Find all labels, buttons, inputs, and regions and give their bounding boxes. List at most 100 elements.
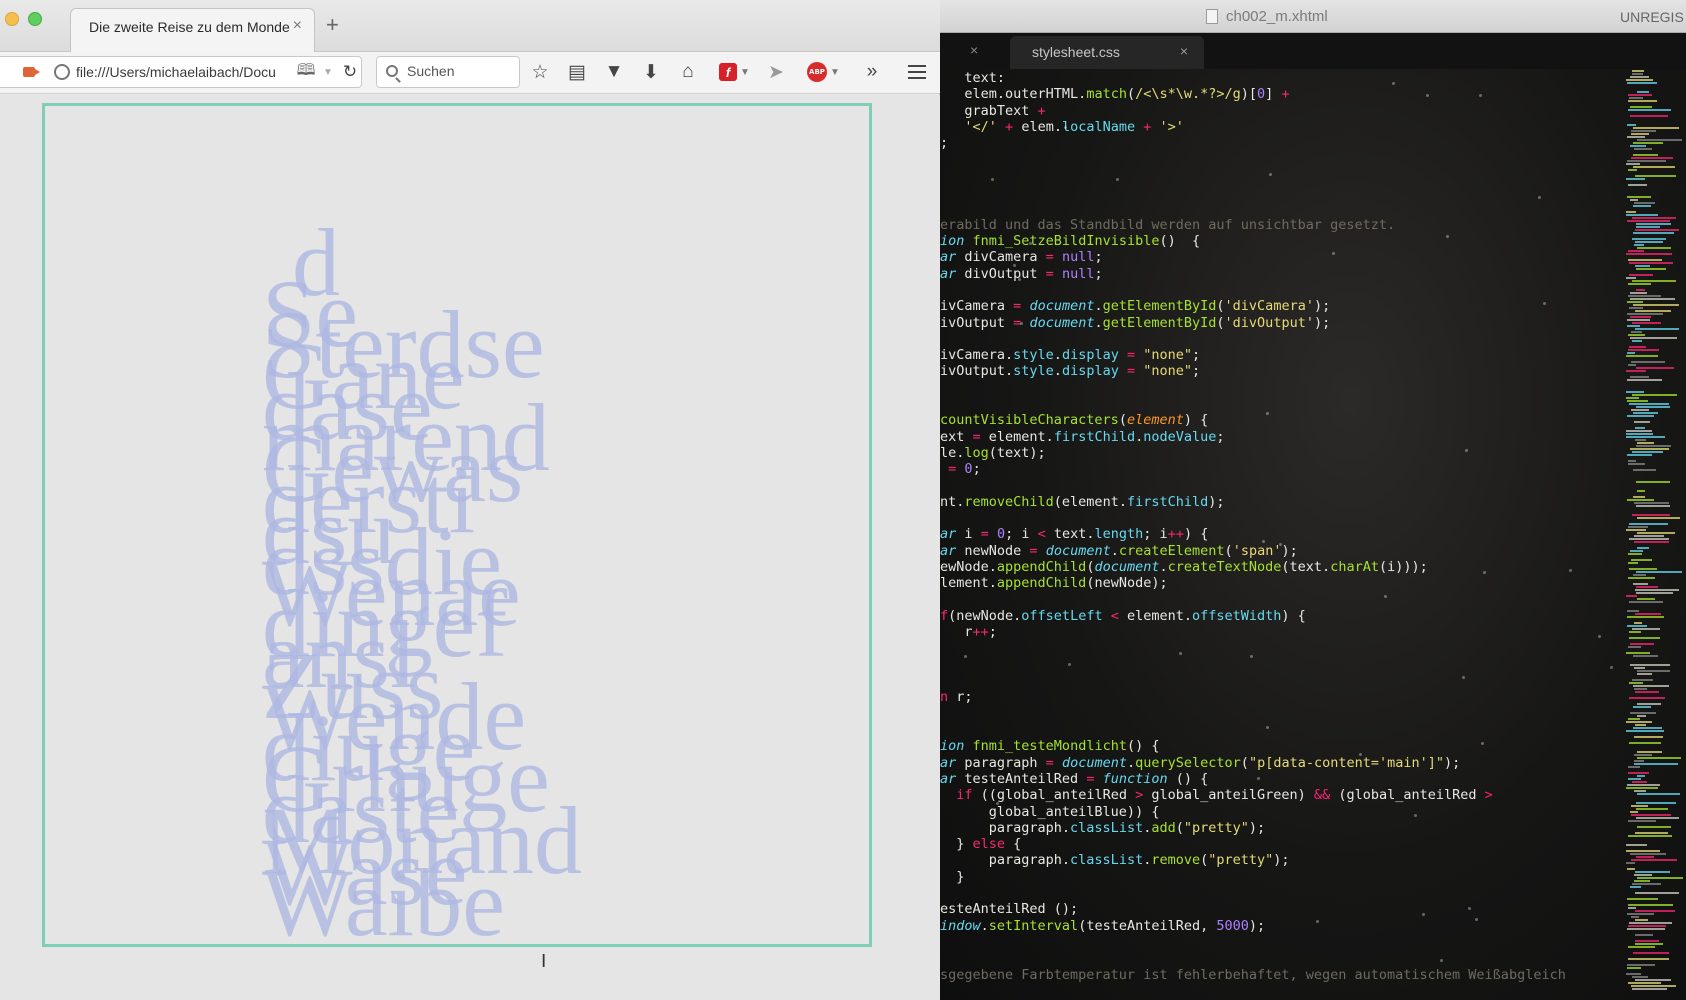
code-token: ar [940, 770, 957, 787]
code-line[interactable]: countVisibleCharacters(element) { [940, 412, 1208, 428]
code-token: . [1110, 542, 1119, 559]
code-line[interactable]: ivCamera = document.getElementById('divC… [940, 298, 1330, 314]
code-token: . [1053, 363, 1062, 380]
code-line[interactable]: ar divCamera = null; [940, 249, 1103, 265]
code-line[interactable]: '</' + elem.localName + '>' [940, 119, 1184, 135]
code-line[interactable]: f(newNode.offsetLeft < element.offsetWid… [940, 608, 1306, 624]
code-line[interactable]: nt.removeChild(element.firstChild); [940, 494, 1225, 510]
adblock-dropdown-icon[interactable]: ▼ [830, 59, 840, 85]
url-text[interactable]: file:///Users/michaelaibach/Docu [76, 64, 288, 80]
code-token: countVisibleCharacters [940, 412, 1119, 429]
url-dropdown-icon[interactable]: ▼ [322, 65, 334, 79]
minimize-window-button[interactable] [5, 12, 19, 26]
code-area[interactable]: text: elem.outerHTML.match(/<\s*\w.*?>/g… [940, 70, 1620, 1000]
code-line[interactable]: le.log(text); [940, 445, 1046, 461]
reader-view-icon[interactable]: 🕮 [296, 62, 316, 81]
code-line[interactable]: ion fnmi_SetzeBildInvisible() { [940, 233, 1200, 249]
search-box[interactable] [376, 56, 520, 88]
code-token: ivOutput. [940, 363, 1014, 380]
editor-tab-close-icon[interactable]: × [1180, 43, 1188, 59]
minimap[interactable] [1626, 70, 1686, 1000]
screen-dust-speck [1543, 302, 1546, 305]
code-token: display [1061, 347, 1119, 364]
code-line[interactable]: n r; [940, 689, 973, 705]
code-line[interactable]: ion fnmi_testeMondlicht() { [940, 738, 1159, 754]
code-line[interactable]: global_anteilBlue)) { [940, 804, 1160, 820]
code-line[interactable]: ar i = 0; i < text.length; i++) { [940, 526, 1208, 542]
screen-dust-speck [1384, 595, 1387, 598]
code-line[interactable]: erabild und das Standbild werden auf uns… [940, 217, 1395, 233]
downloads-icon[interactable]: ⬇ [638, 59, 664, 85]
address-bar[interactable]: file:///Users/michaelaibach/Docu 🕮 ▼ ↻ [0, 56, 362, 88]
bookmarks-list-icon[interactable]: ▤ [564, 59, 590, 85]
code-token: "pretty" [1208, 852, 1274, 869]
tab-active[interactable]: Die zweite Reise zu dem Monde × [70, 8, 315, 54]
code-line[interactable]: sgegebene Farbtemperatur ist fehlerbehaf… [940, 967, 1566, 983]
code-line[interactable]: indow.setInterval(testeAnteilRed, 5000); [940, 918, 1265, 934]
reload-icon[interactable]: ↻ [340, 62, 360, 82]
code-token: display [1061, 363, 1119, 380]
code-line[interactable]: text: [940, 70, 1005, 86]
code-line[interactable]: paragraph.classList.add("pretty"); [940, 820, 1265, 836]
code-line[interactable]: r++; [940, 624, 997, 640]
page-viewport[interactable]: d Se Sterdse Gane dase marend Gewas dersti dsu ds… [0, 95, 940, 1000]
code-line[interactable]: ar divOutput = null; [940, 266, 1103, 282]
code-line[interactable]: } [940, 869, 964, 885]
code-line[interactable]: ar testeAnteilRed = function () { [940, 771, 1208, 787]
code-token: ( [1224, 542, 1233, 559]
home-icon[interactable]: ⌂ [675, 59, 701, 85]
code-line[interactable]: ewNode.appendChild(document.createTextNo… [940, 559, 1428, 575]
code-line[interactable]: lement.appendChild(newNode); [940, 575, 1168, 591]
code-line[interactable]: ivCamera.style.display = "none"; [940, 347, 1200, 363]
code-line[interactable]: if ((global_anteilRed > global_anteilGre… [940, 787, 1493, 803]
code-line[interactable]: ; [940, 135, 948, 151]
bookmark-star-icon[interactable]: ☆ [527, 59, 553, 85]
code-line[interactable]: = 0; [940, 461, 981, 477]
editor-tab-stylesheet[interactable]: stylesheet.css × [1010, 36, 1204, 69]
code-line[interactable]: ext = element.firstChild.nodeValue; [940, 429, 1225, 445]
code-token: ++ [972, 624, 989, 641]
code-token: ( [1216, 298, 1225, 315]
code-token: "none" [1143, 363, 1193, 380]
screen-dust-speck [1359, 753, 1362, 756]
code-token: ; [1094, 265, 1103, 282]
camera-permission-icon[interactable] [20, 64, 40, 80]
flash-icon: f [719, 63, 737, 81]
code-line[interactable]: esteAnteilRed (); [940, 901, 1078, 917]
new-tab-button[interactable]: + [326, 12, 339, 38]
code-token: newNode [956, 542, 1030, 559]
overflow-button[interactable]: » [859, 59, 885, 85]
code-token: ; [988, 624, 997, 641]
screen-dust-speck [1257, 777, 1260, 780]
site-identity-icon[interactable] [54, 64, 70, 80]
code-token: add [1151, 819, 1176, 836]
code-line[interactable]: paragraph.classList.remove("pretty"); [940, 852, 1290, 868]
screen-dust-speck [1479, 94, 1482, 97]
code-token: 5000 [1216, 917, 1249, 934]
code-token: (element. [1053, 493, 1127, 510]
code-line[interactable]: ar paragraph = document.querySelector("p… [940, 755, 1460, 771]
search-input[interactable] [407, 63, 515, 79]
code-line[interactable]: ar newNode = document.createElement('spa… [940, 543, 1298, 559]
code-line[interactable]: elem.outerHTML.match(/<\s*\w.*?>/g)[0] + [940, 86, 1289, 103]
code-line[interactable]: ivOutput.style.display = "none"; [940, 363, 1200, 379]
code-token: document [1045, 542, 1111, 559]
pocket-icon[interactable]: ▼ [601, 59, 627, 85]
send-icon[interactable]: ➤ [763, 59, 789, 85]
code-token: ivOutput [940, 314, 1014, 331]
code-token: elem.outerHTML. [940, 86, 1087, 103]
code-line[interactable]: grabText + [940, 103, 1045, 119]
adblock-button[interactable]: ABP [804, 59, 830, 85]
tab-close-icon[interactable]: × [293, 17, 302, 35]
code-line[interactable]: } else { [940, 836, 1021, 852]
code-line[interactable]: ivOutput = document.getElementById('divO… [940, 315, 1330, 331]
flash-dropdown-icon[interactable]: ▼ [740, 59, 750, 85]
hamburger-menu-icon[interactable] [904, 59, 930, 85]
flash-plugin-button[interactable]: f [715, 59, 741, 85]
zoom-window-button[interactable] [28, 12, 42, 26]
screen-dust-speck [1250, 655, 1253, 658]
previous-tab-close-icon[interactable]: × [970, 42, 978, 58]
